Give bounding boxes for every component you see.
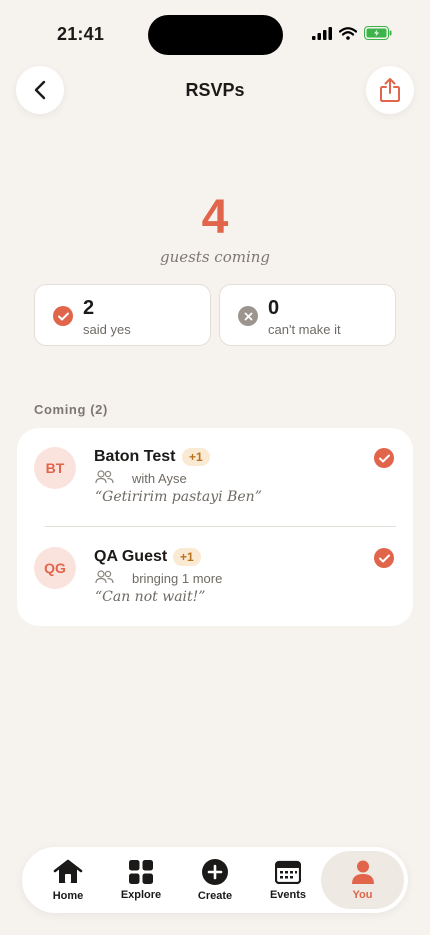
guest-list: BT Baton Test +1 with Ayse “Getiririm pa…	[17, 428, 413, 626]
x-circle-icon	[238, 306, 258, 326]
said-yes-count: 2	[83, 297, 95, 319]
plus-one-badge: +1	[173, 548, 201, 566]
nav-you-label: You	[352, 888, 373, 901]
nav-home[interactable]: Home	[31, 851, 105, 909]
guest-companion: with Ayse	[132, 471, 187, 486]
guest-note: “Getiririm pastayi Ben”	[95, 489, 262, 505]
people-icon	[95, 470, 114, 484]
nav-create-label: Create	[197, 889, 233, 902]
guest-row[interactable]: BT Baton Test +1 with Ayse “Getiririm pa…	[17, 428, 413, 526]
plus-one-badge: +1	[182, 448, 210, 466]
avatar: BT	[34, 447, 76, 489]
guest-name: Baton Test	[94, 448, 176, 465]
nav-events-label: Events	[269, 888, 307, 901]
guest-row[interactable]: QG QA Guest +1 bringing 1 more “Can not …	[17, 528, 413, 626]
wifi-icon	[339, 26, 357, 40]
plus-circle-icon	[202, 858, 228, 885]
guest-count-caption: guests coming	[159, 248, 271, 266]
nav-create[interactable]: Create	[178, 851, 252, 909]
bottom-nav: Home Explore Create Events You	[22, 847, 408, 913]
nav-explore[interactable]: Explore	[104, 851, 178, 909]
check-icon	[374, 448, 394, 468]
divider	[45, 526, 396, 527]
people-icon	[95, 570, 114, 584]
guest-count: 4	[201, 191, 229, 244]
guest-note: “Can not wait!”	[95, 589, 206, 605]
guest-companion: bringing 1 more	[132, 571, 223, 586]
battery-icon	[364, 26, 392, 40]
person-icon	[351, 860, 374, 884]
share-button[interactable]	[366, 66, 414, 114]
said-yes-card[interactable]: 2 said yes	[34, 284, 211, 346]
status-icons	[312, 26, 392, 40]
status-bar: 21:41	[0, 0, 430, 60]
home-icon	[53, 859, 83, 883]
nav-home-label: Home	[52, 889, 84, 902]
grid-icon	[129, 859, 153, 884]
share-icon	[380, 78, 400, 102]
cant-make-it-count: 0	[268, 297, 280, 319]
nav-events[interactable]: Events	[251, 851, 325, 909]
dynamic-island	[148, 15, 283, 55]
nav-explore-label: Explore	[120, 888, 162, 901]
cant-make-it-label: can't make it	[268, 322, 341, 337]
signal-icon	[312, 26, 332, 40]
check-icon	[374, 548, 394, 568]
cant-make-it-card[interactable]: 0 can't make it	[219, 284, 396, 346]
nav-you[interactable]: You	[321, 851, 404, 909]
section-title-coming: Coming (2)	[34, 402, 108, 417]
avatar: QG	[34, 547, 76, 589]
status-time: 21:41	[57, 24, 105, 44]
said-yes-label: said yes	[83, 322, 131, 337]
check-circle-icon	[53, 306, 73, 326]
guest-name: QA Guest	[94, 548, 168, 565]
calendar-icon	[275, 860, 301, 884]
